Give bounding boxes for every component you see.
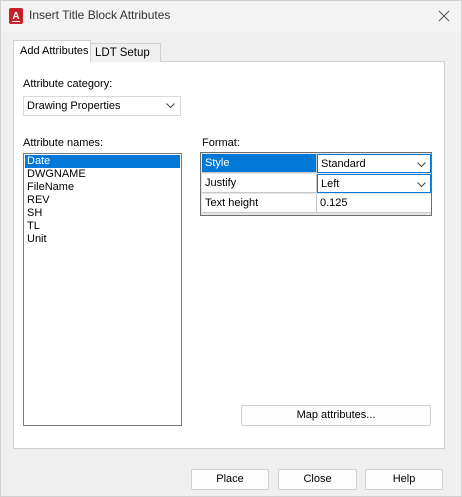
list-item-rev[interactable]: REV bbox=[25, 194, 180, 207]
list-item-date[interactable]: Date bbox=[25, 155, 180, 168]
format-row-justify: Justify Left bbox=[202, 174, 431, 193]
format-label: Format: bbox=[202, 137, 240, 149]
chevron-down-icon bbox=[417, 182, 426, 188]
format-property-grid: Style Standard Justify Left Text height … bbox=[200, 152, 432, 216]
close-button[interactable]: Close bbox=[278, 469, 357, 490]
svg-text:A: A bbox=[12, 11, 19, 22]
close-window-button[interactable] bbox=[433, 5, 455, 27]
tab-ldt-setup[interactable]: LDT Setup bbox=[91, 43, 161, 62]
list-item-unit[interactable]: Unit bbox=[25, 233, 180, 246]
list-item-sh[interactable]: SH bbox=[25, 207, 180, 220]
chevron-down-icon bbox=[166, 103, 175, 109]
format-style-select[interactable]: Standard bbox=[317, 154, 431, 173]
tab-add-attributes[interactable]: Add Attributes bbox=[13, 40, 91, 62]
attribute-category-label: Attribute category: bbox=[23, 78, 113, 90]
attribute-category-value: Drawing Properties bbox=[27, 100, 121, 112]
list-item-filename[interactable]: FileName bbox=[25, 181, 180, 194]
attribute-names-list[interactable]: Date DWGNAME FileName REV SH TL Unit bbox=[23, 153, 182, 426]
list-item-tl[interactable]: TL bbox=[25, 220, 180, 233]
attribute-names-label: Attribute names: bbox=[23, 137, 104, 149]
format-text-height-field[interactable]: 0.125 bbox=[317, 194, 431, 213]
place-button[interactable]: Place bbox=[191, 469, 269, 490]
title-bar[interactable]: A Insert Title Block Attributes bbox=[1, 1, 461, 31]
format-style-name[interactable]: Style bbox=[202, 154, 317, 173]
format-text-height-name[interactable]: Text height bbox=[202, 194, 317, 213]
format-style-value: Standard bbox=[321, 158, 366, 170]
map-attributes-button[interactable]: Map attributes... bbox=[241, 405, 431, 426]
window-title: Insert Title Block Attributes bbox=[29, 8, 171, 22]
format-justify-select[interactable]: Left bbox=[317, 174, 431, 193]
dialog-window: A Insert Title Block Attributes Add Attr… bbox=[0, 0, 462, 497]
chevron-down-icon bbox=[417, 162, 426, 168]
autocad-app-icon: A bbox=[9, 8, 23, 24]
close-icon bbox=[438, 10, 450, 22]
help-button[interactable]: Help bbox=[365, 469, 443, 490]
format-justify-name[interactable]: Justify bbox=[202, 174, 317, 193]
list-item-dwgname[interactable]: DWGNAME bbox=[25, 168, 180, 181]
format-row-style: Style Standard bbox=[202, 154, 431, 173]
format-justify-value: Left bbox=[321, 178, 340, 190]
format-row-text-height: Text height 0.125 bbox=[202, 194, 431, 213]
attribute-category-select[interactable]: Drawing Properties bbox=[23, 96, 181, 116]
